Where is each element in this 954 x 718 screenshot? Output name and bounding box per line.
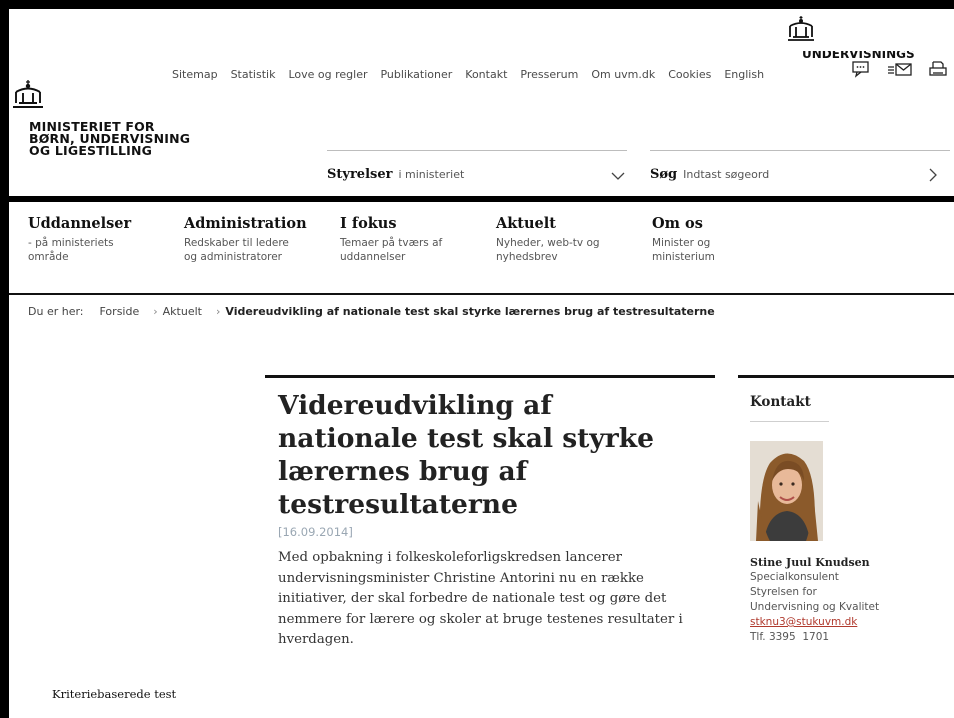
main-nav-sub: uddannelser xyxy=(340,251,406,263)
breadcrumb-current: Videreudvikling af nationale test skal s… xyxy=(225,305,715,318)
breadcrumb: Du er her: Forside › Aktuelt › Videreudv… xyxy=(28,305,715,318)
contact-heading: Kontakt xyxy=(750,394,811,410)
main-nav-title: Administration xyxy=(184,215,307,232)
contact-email-link[interactable]: stknu3@stukuvm.dk xyxy=(750,615,879,630)
main-nav-title: Aktuelt xyxy=(496,215,556,232)
breadcrumb-label: Du er her: xyxy=(28,305,84,318)
nav-link-presserum[interactable]: Presserum xyxy=(520,68,578,81)
print-icon[interactable] xyxy=(929,60,947,78)
contact-top-rule xyxy=(738,375,954,378)
article-lead-line: initiativer, der skal forbedre de nation… xyxy=(278,591,667,606)
main-nav-om-os[interactable]: Om os Minister og ministerium xyxy=(652,214,808,264)
contact-org: Undervisning og Kvalitet xyxy=(750,601,880,613)
article-lead-line: nemmere for lærere og skoler at bruge te… xyxy=(278,611,683,627)
article: Videreudvikling af nationale test skal s… xyxy=(278,389,708,651)
main-nav-sub: ministerium xyxy=(652,251,715,263)
styrelser-top-rule xyxy=(327,150,627,151)
article-title-line: nationale test skal styrke xyxy=(278,423,654,454)
main-nav-sub: nyhedsbrev xyxy=(496,251,558,263)
styrelser-dropdown[interactable]: Styrelser i ministeriet xyxy=(327,162,627,186)
nav-link-sitemap[interactable]: Sitemap xyxy=(172,68,218,81)
main-nav-sub: Nyheder, web-tv og xyxy=(496,237,600,249)
main-nav-title: Om os xyxy=(652,215,703,232)
breadcrumb-separator-icon: › xyxy=(215,305,221,318)
nav-link-om-uvm[interactable]: Om uvm.dk xyxy=(591,68,655,81)
main-nav-sub: Redskaber til ledere xyxy=(184,237,289,249)
breadcrumb-separator-icon: › xyxy=(153,305,158,318)
contact-role: Specialkonsulent xyxy=(750,571,839,583)
article-lead-line: hverdagen. xyxy=(278,632,354,647)
utility-icons xyxy=(851,60,947,78)
contact-info: Stine Juul Knudsen Specialkonsulent Styr… xyxy=(750,555,879,645)
nav-link-kontakt[interactable]: Kontakt xyxy=(465,68,507,81)
partial-logo-text: UNDERVISNINGS xyxy=(802,51,915,59)
nav-divider xyxy=(9,293,954,295)
styrelser-subtitle: i ministeriet xyxy=(398,167,465,181)
article-title-line: Videreudvikling af xyxy=(278,390,552,421)
article-lead-line: undervisningsminister Christine Antorini… xyxy=(278,570,644,586)
main-nav-aktuelt[interactable]: Aktuelt Nyheder, web-tv og nyhedsbrev xyxy=(496,214,652,264)
main-nav-sub: Temaer på tværs af xyxy=(340,237,443,249)
main-nav-administration[interactable]: Administration Redskaber til ledere og a… xyxy=(184,214,340,264)
nav-link-love-og-regler[interactable]: Love og regler xyxy=(288,68,367,81)
styrelser-title: Styrelser xyxy=(327,166,393,182)
crown-logo-icon xyxy=(12,80,44,114)
logo-line-3: OG LIGESTILLING xyxy=(29,143,153,158)
chat-icon[interactable] xyxy=(851,60,871,78)
article-title-line: testresultaterne xyxy=(278,489,518,520)
nav-link-cookies[interactable]: Cookies xyxy=(668,68,711,81)
chevron-down-icon xyxy=(611,167,625,186)
article-title: Videreudvikling af nationale test skal s… xyxy=(278,389,708,521)
search-input[interactable]: Indtast søgeord xyxy=(683,168,769,181)
crown-logo-icon xyxy=(786,16,816,48)
article-title-line: lærernes brug af xyxy=(278,456,528,487)
article-lead-line: Med opbakning i folkeskoleforligskredsen… xyxy=(278,550,622,565)
article-top-rule xyxy=(265,375,715,378)
utility-nav: Sitemap Statistik Love og regler Publika… xyxy=(172,66,777,82)
ministry-logo-text[interactable]: MINISTERIET FOR BØRN, UNDERVISNING OG LI… xyxy=(29,120,190,158)
contact-name: Stine Juul Knudsen xyxy=(750,556,870,569)
breadcrumb-link-aktuelt[interactable]: Aktuelt xyxy=(163,305,202,318)
main-nav-sub: og administratorer xyxy=(184,251,282,263)
main-nav-sub: - på ministeriets xyxy=(28,237,114,249)
contact-org: Styrelsen for xyxy=(750,586,817,598)
main-nav-title: I fokus xyxy=(340,215,397,232)
main-nav-uddannelser[interactable]: Uddannelser - på ministeriets område xyxy=(28,214,184,264)
main-nav-i-fokus[interactable]: I fokus Temaer på tværs af uddannelser xyxy=(340,214,496,264)
search-title: Søg xyxy=(650,166,678,182)
top-frame-border xyxy=(0,0,954,9)
chevron-right-icon[interactable] xyxy=(927,167,939,186)
newsletter-icon[interactable] xyxy=(887,60,913,78)
contact-photo xyxy=(750,441,823,541)
section-link-kriteriebaserede-test[interactable]: Kriteriebaserede test xyxy=(52,687,176,701)
nav-link-statistik[interactable]: Statistik xyxy=(231,68,276,81)
main-nav-title: Uddannelser xyxy=(28,215,132,232)
article-lead: Med opbakning i folkeskoleforligskredsen… xyxy=(278,548,708,651)
main-nav-sub: Minister og xyxy=(652,237,711,249)
main-nav: Uddannelser - på ministeriets område Adm… xyxy=(28,214,808,264)
contact-phone: Tlf. 3395 1701 xyxy=(750,631,830,643)
breadcrumb-link-forside[interactable]: Forside xyxy=(100,305,140,318)
search-top-rule xyxy=(650,150,950,151)
contact-heading-underline xyxy=(750,421,829,422)
left-frame-border xyxy=(0,0,9,718)
nav-link-english[interactable]: English xyxy=(724,68,764,81)
header-divider xyxy=(9,196,954,202)
nav-link-publikationer[interactable]: Publikationer xyxy=(380,68,452,81)
main-nav-sub: område xyxy=(28,251,69,263)
article-date: [16.09.2014] xyxy=(278,525,353,539)
search-bar[interactable]: Søg Indtast søgeord xyxy=(650,162,950,186)
